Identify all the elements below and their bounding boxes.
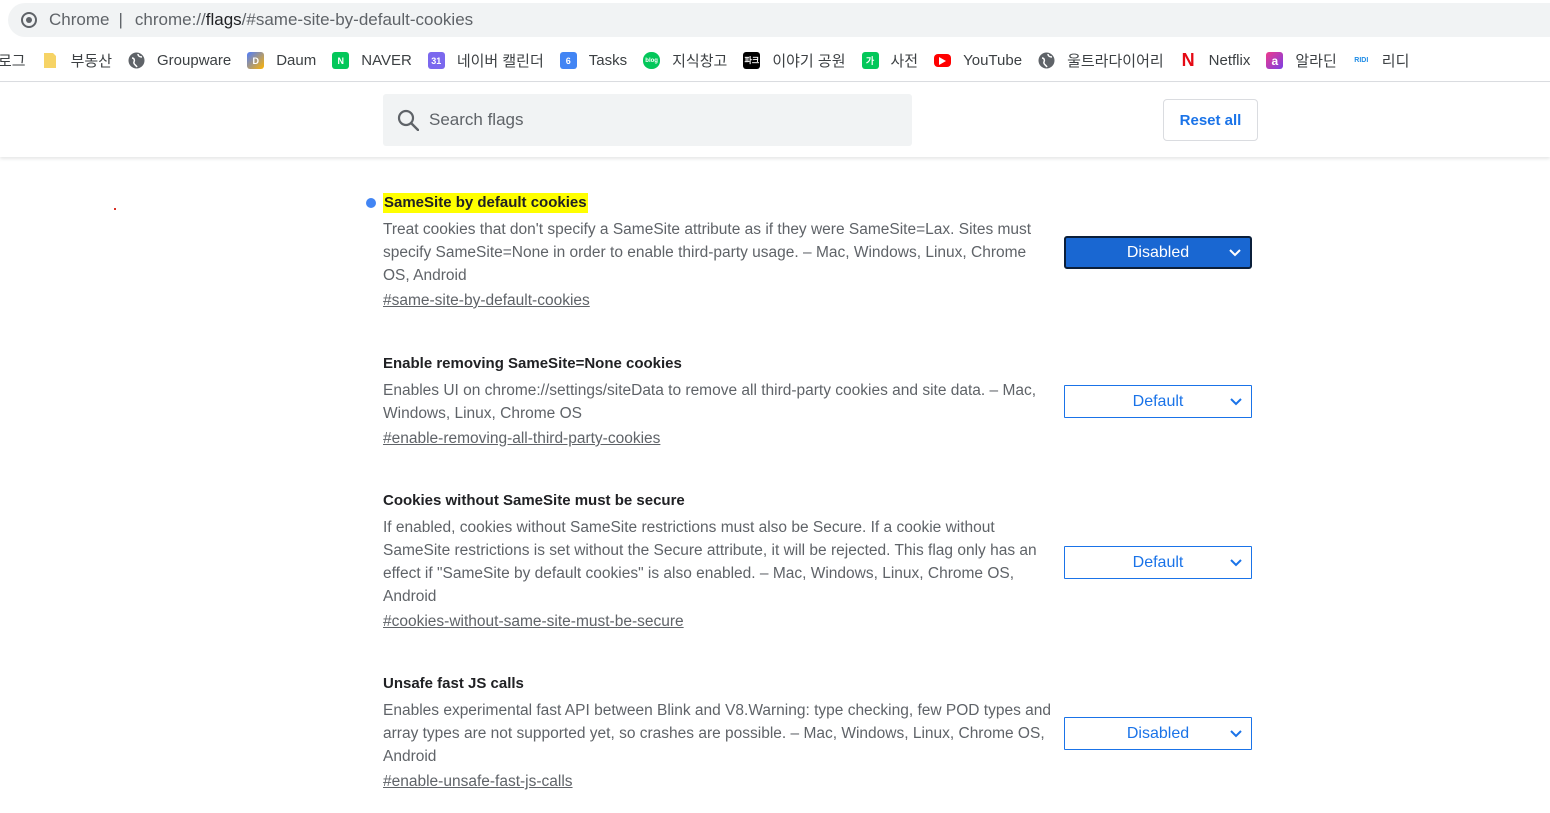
bookmarks-bar: 로그 부동산 Groupware D Daum N NAVER 31 네이버 캘…: [0, 40, 1550, 82]
experiment-description: Enables experimental fast API between Bl…: [383, 702, 1052, 765]
url-scheme: chrome://: [134, 10, 206, 29]
bookmark-label: Daum: [276, 52, 317, 69]
daum-icon: D: [247, 52, 265, 69]
experiment-title: Unsafe fast JS calls: [383, 675, 524, 692]
bookmark-label: Tasks: [588, 52, 628, 69]
bookmark-item[interactable]: Groupware: [120, 47, 239, 75]
experiment-same-site-by-default-cookies: SameSite by default cookies Treat cookie…: [366, 193, 1263, 312]
flags-header: Reset all: [0, 83, 1550, 157]
bookmark-item[interactable]: D Daum: [239, 47, 324, 75]
experiment-state-select[interactable]: Disabled: [1064, 717, 1252, 750]
bookmark-item[interactable]: 파크 이야기 공원: [735, 47, 853, 75]
bookmark-label: Groupware: [157, 52, 232, 69]
experiment-enable-removing-all-third-party-cookies: Enable removing SameSite=None cookies En…: [383, 354, 1263, 450]
experiment-enable-unsafe-fast-js-calls: Unsafe fast JS calls Enables experimenta…: [383, 674, 1263, 793]
bookmark-item[interactable]: YouTube: [926, 47, 1030, 75]
experiment-cookies-without-same-site-must-be-secure: Cookies without SameSite must be secure …: [383, 491, 1263, 633]
experiment-permalink[interactable]: #cookies-without-same-site-must-be-secur…: [383, 611, 684, 633]
bookmark-label: 울트라다이어리: [1067, 53, 1164, 70]
experiment-permalink[interactable]: #enable-removing-all-third-party-cookies: [383, 428, 660, 450]
calendar-icon: 31: [427, 52, 445, 69]
address-bar[interactable]: Chrome | chrome://flags/#same-site-by-de…: [8, 3, 1550, 37]
bookmark-item[interactable]: N NAVER: [324, 47, 420, 75]
experiment-state-select[interactable]: Default: [1064, 385, 1252, 418]
experiment-title: SameSite by default cookies: [383, 193, 588, 213]
naver-icon: N: [332, 52, 350, 69]
modified-indicator: [366, 198, 376, 208]
reset-all-button[interactable]: Reset all: [1163, 99, 1258, 141]
netflix-icon: N: [1181, 50, 1195, 70]
bookmark-item[interactable]: RIDI 리디: [1345, 47, 1418, 75]
experiment-permalink[interactable]: #enable-unsafe-fast-js-calls: [383, 771, 573, 793]
search-icon: [397, 109, 419, 131]
globe-icon: [128, 52, 145, 69]
bookmark-label: 이야기 공원: [772, 53, 846, 70]
bookmark-item[interactable]: 가 사전: [854, 47, 927, 75]
bookmark-label: Netflix: [1208, 52, 1251, 69]
bookmark-item[interactable]: 31 네이버 캘린더: [420, 47, 552, 75]
select-value: Disabled: [1126, 724, 1190, 742]
chevron-down-icon: [1229, 248, 1241, 257]
chevron-down-icon: [1230, 558, 1242, 567]
bookmark-folder[interactable]: 부동산: [34, 47, 120, 75]
experiment-description: Treat cookies that don't specify a SameS…: [383, 221, 1032, 284]
folder-icon: [42, 52, 59, 69]
bookmark-label: 부동산: [70, 53, 113, 70]
bookmark-item[interactable]: 울트라다이어리: [1030, 47, 1172, 75]
chrome-icon[interactable]: [21, 12, 37, 28]
ridi-icon: RIDI: [1354, 57, 1369, 64]
bookmark-item[interactable]: 6 Tasks: [552, 47, 635, 75]
experiment-title: Enable removing SameSite=None cookies: [383, 355, 682, 372]
bookmark-item[interactable]: 로그: [0, 47, 34, 75]
select-value: Disabled: [1126, 243, 1190, 261]
youtube-icon: [934, 54, 952, 67]
bookmark-label: 리디: [1381, 53, 1410, 70]
story-icon: 파크: [743, 52, 761, 69]
search-flags-input[interactable]: [429, 110, 889, 130]
url-host: flags: [205, 10, 242, 29]
bookmark-label: NAVER: [361, 52, 412, 69]
bookmark-label: 로그: [0, 53, 26, 70]
bookmark-item[interactable]: a 알라딘: [1258, 47, 1344, 75]
stray-mark: [114, 208, 116, 210]
experiment-state-select[interactable]: Disabled: [1064, 236, 1252, 269]
select-value: Default: [1132, 553, 1184, 571]
search-container[interactable]: [383, 94, 912, 146]
experiment-state-select[interactable]: Default: [1064, 546, 1252, 579]
bookmark-label: 지식창고: [672, 53, 728, 70]
site-chip-label: Chrome: [49, 10, 110, 29]
bookmark-item[interactable]: N Netflix: [1172, 47, 1259, 75]
bookmark-item[interactable]: blog 지식창고: [635, 47, 735, 75]
experiment-description: Enables UI on chrome://settings/siteData…: [383, 382, 1037, 422]
omnibox-separator: |: [118, 10, 123, 29]
globe-icon: [1038, 52, 1055, 69]
chevron-down-icon: [1230, 729, 1242, 738]
dictionary-icon: 가: [861, 52, 879, 69]
experiment-description: If enabled, cookies without SameSite res…: [383, 519, 1037, 605]
blog-icon: blog: [643, 52, 661, 69]
experiment-permalink[interactable]: #same-site-by-default-cookies: [383, 290, 590, 312]
bookmark-label: YouTube: [963, 52, 1023, 69]
bookmark-label: 네이버 캘린더: [456, 53, 544, 70]
tasks-icon: 6: [559, 52, 577, 69]
aladin-icon: a: [1266, 52, 1284, 69]
select-value: Default: [1132, 392, 1184, 410]
url-path: /#same-site-by-default-cookies: [241, 10, 474, 29]
chevron-down-icon: [1230, 397, 1242, 406]
experiment-title: Cookies without SameSite must be secure: [383, 492, 685, 509]
bookmark-label: 알라딘: [1295, 53, 1337, 70]
omnibox-row: Chrome | chrome://flags/#same-site-by-de…: [0, 0, 1550, 40]
bookmark-label: 사전: [890, 53, 919, 70]
